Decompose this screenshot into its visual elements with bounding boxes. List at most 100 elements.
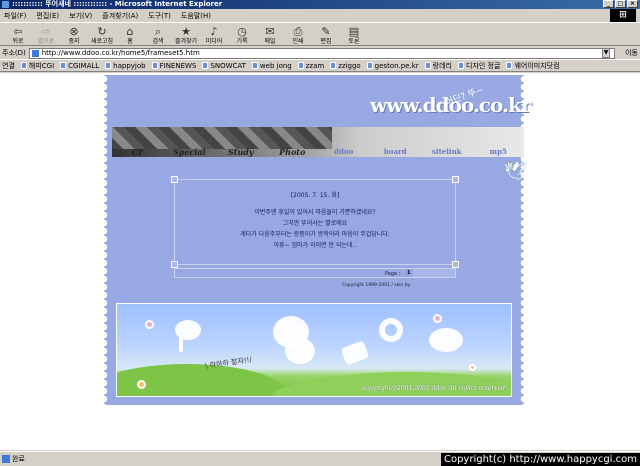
minimize-button[interactable]: _ — [603, 0, 614, 8]
stop-button[interactable]: ⊗ 중지 — [62, 26, 86, 46]
toolbar-label: 메일 — [264, 38, 276, 45]
print-icon: ⎙ — [293, 25, 303, 38]
maximize-button[interactable]: □ — [615, 0, 626, 8]
page-icon — [31, 49, 39, 57]
toolbar-label: 홈 — [127, 38, 133, 45]
browser-toolbar: ⇦ 뒤로 ⇨ 앞으로 ⊗ 중지 ↻ 새로고침 ⌂ 홈 ⌕ 검색 ★ 즐겨찾기 ♪ 미디어 ◷ 기록 ✉ 메일 ⎙ 인쇄 ✎ 편… — [0, 23, 640, 46]
search-button[interactable]: ⌕ 검색 — [146, 25, 170, 46]
toolbar-label: 미디어 — [205, 38, 223, 45]
toolbar-label: 검색 — [152, 38, 164, 45]
perforated-edge-right — [520, 75, 528, 405]
site-navigation: CF Special Study Photo ddoo board siteli… — [112, 127, 524, 157]
refresh-button[interactable]: ↻ 새로고침 — [90, 25, 114, 46]
refresh-icon: ↻ — [97, 25, 107, 38]
media-button[interactable]: ♪ 미디어 — [202, 26, 226, 46]
toolbar-label: 새로고침 — [90, 38, 114, 45]
mail-icon: ✉ — [265, 25, 275, 38]
skin-by-text: / skin by — [391, 283, 411, 288]
flower-icon — [469, 364, 476, 371]
menu-favorites[interactable]: 즐겨찾기(A) — [102, 11, 138, 21]
link-page-icon — [506, 62, 513, 69]
link-item[interactable]: zzam — [297, 61, 325, 70]
address-input[interactable]: http://www.ddoo.co.kr/home5/frameset5.ht… — [28, 47, 615, 59]
address-dropdown-button[interactable]: ▼ — [602, 48, 610, 58]
page-label: Page : — [385, 271, 401, 277]
discuss-button[interactable]: ▤ 토론 — [342, 25, 366, 46]
nav-board[interactable]: board — [370, 147, 422, 157]
nav-cf[interactable]: CF — [112, 147, 164, 157]
menu-help[interactable]: 도움말(H) — [181, 11, 211, 21]
link-item[interactable]: geston.pe.kr — [366, 62, 419, 70]
flower-icon — [137, 380, 146, 389]
link-item[interactable]: happyjob — [105, 62, 146, 70]
link-label: FINENEWS — [159, 61, 197, 70]
link-item[interactable]: 웨어이미지닷컴 — [506, 61, 560, 71]
link-page-icon — [297, 62, 304, 69]
link-label: web jong — [259, 61, 292, 70]
search-icon: ⌕ — [154, 25, 162, 38]
link-item[interactable]: SNOWCAT — [202, 62, 246, 70]
links-bar: 연결 해피CGI CGIMALL happyjob FINENEWS SNOWCAT we… — [0, 60, 640, 72]
menu-view[interactable]: 보기(V) — [69, 11, 92, 21]
cloud-shape — [285, 338, 315, 364]
mail-button[interactable]: ✉ 메일 — [258, 25, 282, 46]
page-number-current[interactable]: 1 — [407, 269, 410, 277]
nav-sitelink[interactable]: sitelink — [421, 147, 473, 157]
diary-box: [2005. 7. 15. 화] 이번주엔 휴일이 있어서 마음들이 가뿐하겠네… — [171, 176, 459, 268]
link-page-icon — [202, 62, 209, 69]
diary-line: 아휴~ 엄마가 이러면 안 되는데.. — [273, 242, 357, 249]
back-arrow-button[interactable]: ⇦ 뒤로 — [6, 26, 30, 46]
home-button[interactable]: ⌂ 홈 — [118, 25, 142, 46]
menu-file[interactable]: 파일(F) — [4, 11, 26, 21]
history-button[interactable]: ◷ 기록 — [230, 26, 254, 46]
menu-edit[interactable]: 편집(E) — [36, 11, 59, 21]
nav-mp5[interactable]: mp5 — [473, 147, 525, 157]
page-number-placeholder — [413, 269, 455, 277]
nav-photo[interactable]: Photo — [267, 147, 319, 157]
toolbar-label: 기록 — [236, 38, 248, 45]
link-item[interactable]: 해피CGI — [20, 61, 55, 71]
link-label: SNOWCAT — [210, 61, 246, 70]
link-page-icon — [151, 62, 158, 69]
link-page-icon — [105, 62, 112, 69]
link-page-icon — [424, 62, 431, 69]
window-titlebar: ::::::::::: 뚜어새네 :::::::::::: - Microsof… — [0, 0, 640, 9]
forward-arrow-icon: ⇨ — [41, 25, 51, 38]
edit-button[interactable]: ✎ 편집 — [314, 25, 338, 46]
link-label: 해피CGI — [28, 61, 55, 70]
go-button[interactable]: 이동 — [625, 48, 638, 58]
menu-tools[interactable]: 도구(T) — [148, 11, 171, 21]
link-item[interactable]: 랑데리 — [424, 61, 452, 71]
toolbar-label: 편집 — [320, 38, 332, 45]
link-item[interactable]: CGIMALL — [60, 62, 99, 70]
nav-study[interactable]: Study — [215, 147, 267, 157]
corner-marker — [452, 261, 459, 268]
favorites-icon: ★ — [181, 25, 191, 38]
link-label: 랑데리 — [432, 61, 452, 70]
cloud-shape — [429, 328, 463, 352]
home-icon: ⌂ — [126, 25, 134, 38]
forward-arrow-button[interactable]: ⇨ 앞으로 — [34, 25, 58, 46]
cloud-shape — [179, 336, 183, 352]
favorites-button[interactable]: ★ 즐겨찾기 — [174, 25, 198, 46]
corner-marker — [171, 261, 178, 268]
link-label: CGIMALL — [68, 61, 100, 70]
link-label: zzam — [305, 61, 325, 70]
close-button[interactable]: × — [627, 0, 638, 8]
window-title: ::::::::::: 뚜어새네 :::::::::::: - Microsof… — [12, 0, 223, 8]
scene-copyright: copyright@2001-2002 ddoo All rights rese… — [361, 385, 505, 392]
print-button[interactable]: ⎙ 인쇄 — [286, 25, 310, 46]
link-item[interactable]: zziggo — [330, 61, 361, 70]
flower-icon — [145, 320, 154, 329]
nav-special[interactable]: Special — [164, 147, 216, 157]
discuss-icon: ▤ — [348, 25, 360, 38]
pagination-bar: Page : 1 — [174, 268, 456, 278]
link-item[interactable]: 디자인 정글 — [458, 61, 500, 71]
link-label: zziggo — [338, 61, 361, 70]
corner-marker — [171, 176, 178, 183]
link-item[interactable]: FINENEWS — [151, 61, 197, 70]
meadow-illustration: \ 하하하 잘자!!/ copyright@2001-2002 ddoo All… — [116, 303, 512, 397]
link-item[interactable]: web jong — [251, 61, 292, 70]
nav-ddoo[interactable]: ddoo — [318, 147, 370, 157]
edit-icon: ✎ — [321, 25, 331, 38]
